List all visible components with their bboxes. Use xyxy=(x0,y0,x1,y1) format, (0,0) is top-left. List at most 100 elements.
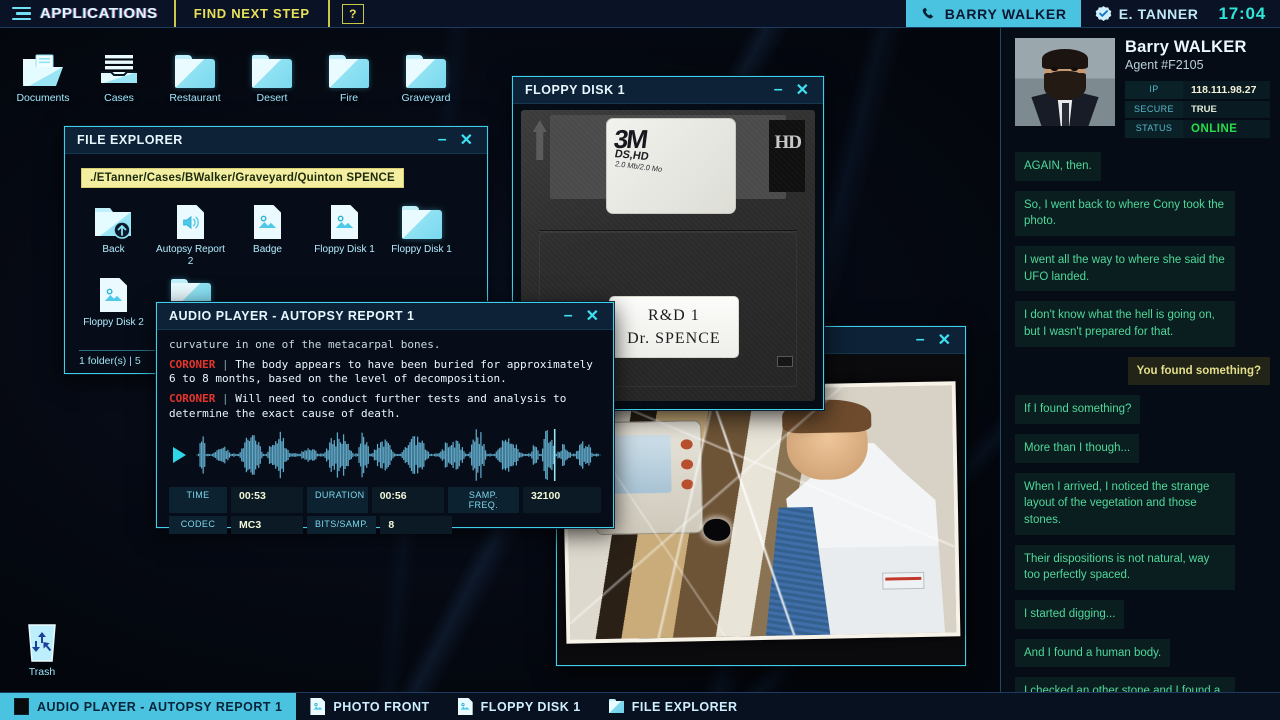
metadata-row: TIME 00:53 DURATION 00:56 SAMP. FREQ. 32… xyxy=(169,487,601,514)
recycle-icon xyxy=(5,616,79,662)
contact-name: BARRY WALKER xyxy=(944,5,1067,22)
profile-field-ip: IP 118.111.98.27 xyxy=(1125,81,1270,99)
taskbar-item-label: PHOTO FRONT xyxy=(333,699,430,714)
desktop-icon-documents[interactable]: Documents xyxy=(6,42,80,104)
floppy-brand-text: 3M xyxy=(612,124,649,154)
desktop-icon-trash[interactable]: Trash xyxy=(5,616,79,678)
floppy-arrow-mark xyxy=(532,120,547,160)
desktop-icon-desert[interactable]: Desert xyxy=(235,42,309,104)
desktop-icon-fire[interactable]: Fire xyxy=(312,42,386,104)
file-item-label: Back xyxy=(102,244,125,255)
desktop-icon-label: Graveyard xyxy=(401,92,451,104)
desktop-icon-label: Trash xyxy=(28,666,56,678)
file-item-floppy-disk-1-folder[interactable]: Floppy Disk 1 xyxy=(383,196,460,269)
file-item-floppy-disk-2[interactable]: Floppy Disk 2 xyxy=(75,269,152,331)
window-title-bar[interactable]: FLOPPY DISK 1 – ✕ xyxy=(513,77,823,104)
file-item-badge[interactable]: Badge xyxy=(229,196,306,269)
play-icon[interactable] xyxy=(173,447,186,464)
bits-label: BITS/SAMP. xyxy=(307,516,377,535)
contact-sidebar: Barry WALKER Agent #F2105 IP 118.111.98.… xyxy=(1000,28,1280,692)
person-id-badge xyxy=(881,571,925,590)
taskbar-item-floppy-disk-1[interactable]: FLOPPY DISK 1 xyxy=(444,693,595,720)
desktop-icon-graveyard[interactable]: Graveyard xyxy=(389,42,463,104)
minimize-button[interactable]: – xyxy=(555,308,582,324)
close-button[interactable]: ✕ xyxy=(792,80,815,100)
transcript-speaker: CORONER xyxy=(169,357,216,371)
minimize-button[interactable]: – xyxy=(429,132,456,148)
chat-message: I checked an other stone and I found a s… xyxy=(1015,677,1235,692)
floppy-label-line2: Dr. SPENCE xyxy=(627,329,721,347)
image-file-icon xyxy=(310,698,326,715)
file-item-label: Floppy Disk 1 xyxy=(314,244,375,255)
profile-role: Agent #F2105 xyxy=(1125,58,1204,72)
agent-indicator[interactable]: E. TANNER xyxy=(1081,0,1213,27)
transcript-speaker: CORONER xyxy=(169,391,216,405)
image-file-icon xyxy=(306,200,383,244)
folder-icon xyxy=(235,42,309,88)
field-value: 118.111.98.27 xyxy=(1183,81,1270,99)
profile-name: Barry WALKER xyxy=(1125,38,1247,56)
folder-icon xyxy=(158,42,232,88)
audio-player-body: curvature in one of the metacarpal bones… xyxy=(157,330,613,535)
folder-icon xyxy=(312,42,386,88)
chat-message-own: You found something? xyxy=(1127,356,1270,386)
desktop-screen: Applications Find next step ? BARRY WALK… xyxy=(0,0,1280,720)
minimize-button[interactable]: – xyxy=(907,332,934,348)
transcript-line: curvature in one of the metacarpal bones… xyxy=(169,338,441,351)
field-value: TRUE xyxy=(1183,101,1270,118)
desktop-icon-cases[interactable]: Cases xyxy=(82,42,156,104)
photograph xyxy=(561,381,961,644)
agent-name: E. TANNER xyxy=(1118,5,1199,22)
duration-label: DURATION xyxy=(307,487,368,514)
applications-menu-button[interactable]: Applications xyxy=(0,0,176,27)
file-item-label: Badge xyxy=(253,244,282,255)
file-item-floppy-disk-1-image[interactable]: Floppy Disk 1 xyxy=(306,196,383,269)
field-key: STATUS xyxy=(1125,120,1183,138)
profile-field-secure: SECURE TRUE xyxy=(1125,101,1270,118)
desktop-icon-label: Cases xyxy=(104,92,134,104)
chat-message: More than I though... xyxy=(1015,434,1140,463)
path-breadcrumb[interactable]: ./ETanner/Cases/BWalker/Graveyard/Quinto… xyxy=(81,168,404,188)
taskbar-item-file-explorer[interactable]: FILE EXPLORER xyxy=(595,693,752,720)
folder-up-icon xyxy=(75,200,152,244)
find-next-step-button[interactable]: Find next step xyxy=(176,0,330,27)
close-button[interactable]: ✕ xyxy=(456,130,479,150)
audio-waveform[interactable] xyxy=(196,429,601,482)
file-item-label: Autopsy Report 2 xyxy=(156,244,225,267)
taskbar-item-label: AUDIO PLAYER - AUTOPSY REPORT 1 xyxy=(37,699,283,714)
desktop-icon-restaurant[interactable]: Restaurant xyxy=(158,42,232,104)
avatar xyxy=(1015,38,1115,126)
file-item-label: Floppy Disk 2 xyxy=(83,317,144,328)
close-button[interactable]: ✕ xyxy=(582,306,605,326)
transcript-line: CORONER | Will need to conduct further t… xyxy=(169,391,567,420)
window-title: FILE EXPLORER xyxy=(77,133,183,147)
codec-label: CODEC xyxy=(169,516,227,535)
chat-message: I don't know what the hell is going on, … xyxy=(1015,301,1235,347)
image-file-icon xyxy=(75,273,152,317)
transcript-line: CORONER | The body appears to have been … xyxy=(169,357,593,386)
close-button[interactable]: ✕ xyxy=(934,330,957,350)
phone-icon xyxy=(922,7,933,19)
profile-header: Barry WALKER Agent #F2105 IP 118.111.98.… xyxy=(1015,38,1270,140)
window-title-bar[interactable]: AUDIO PLAYER - AUTOPSY REPORT 1 – ✕ xyxy=(157,303,613,330)
photo-image xyxy=(565,385,957,640)
taskbar-item-audio-player[interactable]: AUDIO PLAYER - AUTOPSY REPORT 1 xyxy=(0,693,297,720)
file-item-back[interactable]: Back xyxy=(75,196,152,269)
status-badge: ONLINE xyxy=(1183,120,1270,138)
minimize-button[interactable]: – xyxy=(765,82,792,98)
codec-value: MC3 xyxy=(231,516,303,535)
contact-tab-barry-walker[interactable]: BARRY WALKER xyxy=(905,0,1081,27)
window-title: FLOPPY DISK 1 xyxy=(525,83,626,97)
chat-message: Their dispositions is not natural, way t… xyxy=(1015,544,1235,591)
taskbar-item-photo-front[interactable]: PHOTO FRONT xyxy=(296,693,443,720)
help-button[interactable]: ? xyxy=(341,3,364,24)
window-title-bar[interactable]: FILE EXPLORER – ✕ xyxy=(65,127,487,154)
metadata-row: CODEC MC3 BITS/SAMP. 8 xyxy=(169,516,601,535)
floppy-write-protect-tab xyxy=(777,356,793,367)
floppy-brand-label: 3M DS,HD 2.0 Mb/2.0 Mo xyxy=(606,118,736,214)
audio-player-window[interactable]: AUDIO PLAYER - AUTOPSY REPORT 1 – ✕ curv… xyxy=(156,302,614,535)
floppy-metal-shutter xyxy=(550,115,786,199)
profile-field-status: STATUS ONLINE xyxy=(1125,120,1270,138)
sample-freq-value: 32100 xyxy=(523,487,601,514)
file-item-autopsy-report-2[interactable]: Autopsy Report 2 xyxy=(152,196,229,269)
